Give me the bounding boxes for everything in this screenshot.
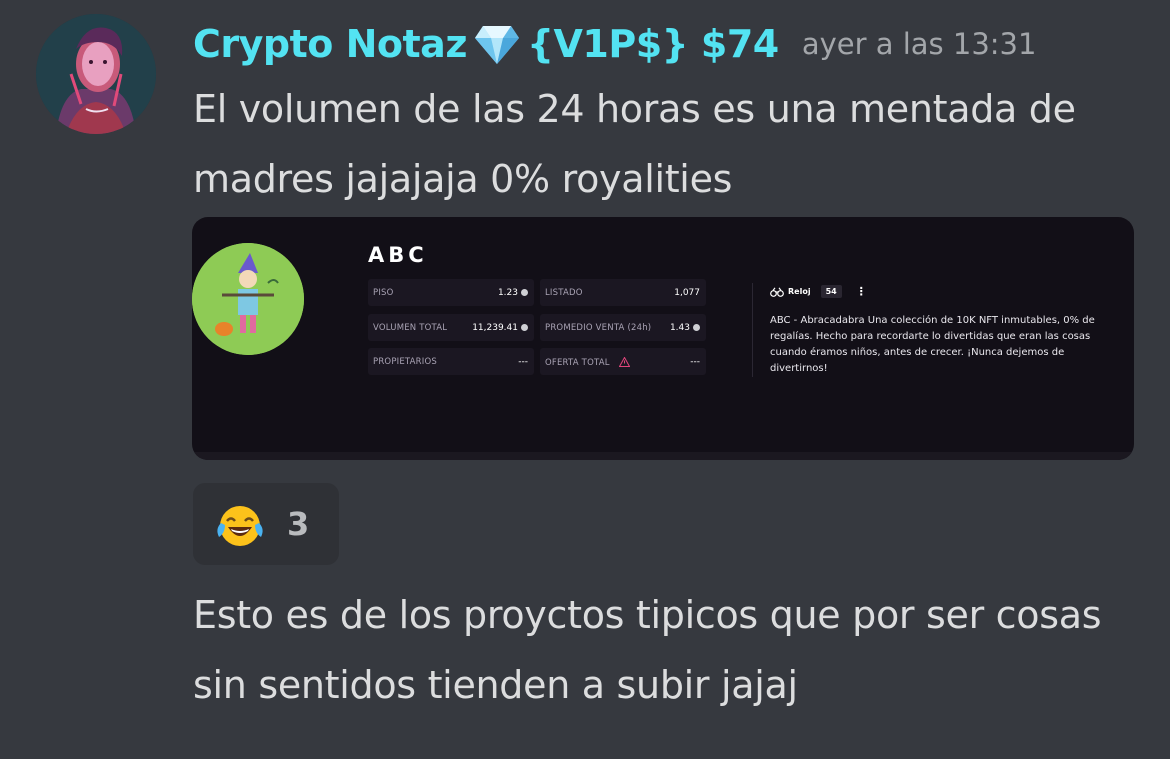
message-header: Crypto Notaz {V1P$} $74 ayer a las 13:31 — [193, 22, 1036, 74]
message-text: Esto es de los proyctos tipicos que por … — [193, 593, 1102, 707]
stat-owners: PROPIETARIOS --- — [368, 348, 534, 375]
more-options-icon[interactable]: ⋮ — [856, 285, 867, 298]
embed-divider — [752, 283, 753, 377]
reaction-count: 3 — [287, 505, 310, 543]
gem-icon — [474, 26, 519, 64]
reaction-button[interactable]: 3 — [193, 483, 339, 565]
image-attachment[interactable]: ABC PISO 1.23 LISTADO 1,077 VOLUMEN TOTA… — [192, 217, 1134, 460]
collection-title: ABC — [368, 243, 428, 267]
message-text: El volumen de las 24 horas es una mentad… — [193, 87, 1076, 201]
stat-avg-sale: PROMEDIO VENTA (24h) 1.43 — [540, 314, 706, 341]
stat-total-supply: OFERTA TOTAL --- — [540, 348, 706, 375]
collection-description: ABC - Abracadabra Una colección de 10K N… — [770, 315, 1095, 374]
stat-floor: PISO 1.23 — [368, 279, 534, 306]
stat-listed: LISTADO 1,077 — [540, 279, 706, 306]
watch-button[interactable]: Reloj 54 ⋮ — [770, 285, 867, 298]
author-name[interactable]: Crypto Notaz {V1P$} $74 — [193, 22, 779, 66]
message-timestamp: ayer a las 13:31 — [801, 27, 1037, 61]
warning-icon — [618, 357, 630, 367]
stat-total-volume: VOLUMEN TOTAL 11,239.41 — [368, 314, 534, 341]
joy-emoji-icon — [217, 506, 263, 546]
binoculars-icon — [770, 286, 784, 297]
collection-avatar — [192, 243, 304, 355]
user-avatar[interactable] — [36, 14, 156, 134]
